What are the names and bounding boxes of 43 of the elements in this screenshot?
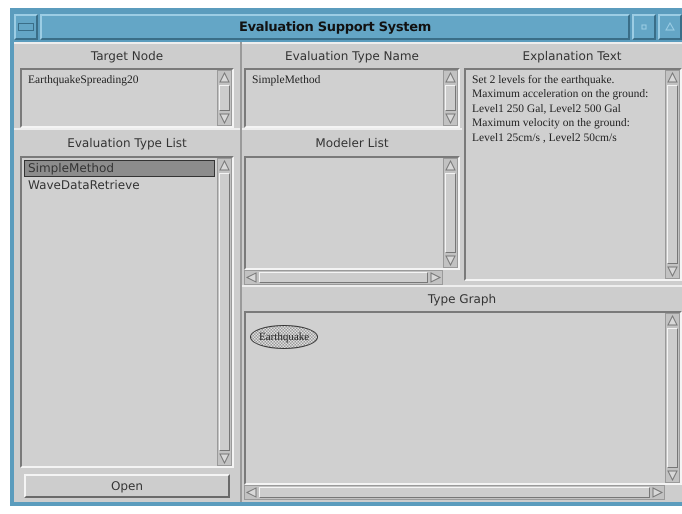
right-arrow-icon[interactable] — [429, 271, 442, 284]
graph-node[interactable]: Earthquake — [250, 325, 318, 349]
down-arrow-icon[interactable] — [218, 452, 231, 465]
window-menu-button[interactable] — [14, 14, 38, 40]
menu-icon — [18, 23, 34, 31]
horizontal-scrollbar[interactable] — [244, 270, 443, 285]
explanation-paragraph: Level1 250 Gal, Level2 500 Gal — [472, 102, 622, 116]
down-arrow-icon[interactable] — [444, 112, 457, 125]
vertical-scrollbar[interactable] — [217, 158, 232, 466]
explanation-paragraph: Level1 25cm/s , Level2 50cm/s — [472, 130, 618, 145]
explanation-text-area[interactable]: Set 2 levels for the earthquake. Maximum acceleration on the ground: Level1 250 Gal, Level2 500 Gal Maximum velocity on the ground: Level1 25cm/s , Level2 50cm/s — [464, 68, 682, 281]
up-arrow-icon[interactable] — [444, 159, 457, 172]
list-item[interactable]: WaveDataRetrieve — [24, 177, 215, 194]
left-arrow-icon[interactable] — [245, 271, 258, 284]
up-arrow-icon[interactable] — [218, 159, 231, 172]
minimize-button[interactable] — [632, 14, 656, 40]
target-node-field[interactable]: EarthquakeSpreading20 — [20, 68, 234, 128]
vertical-scrollbar[interactable] — [217, 70, 232, 126]
open-button[interactable]: Open — [24, 474, 230, 498]
down-arrow-icon[interactable] — [666, 265, 679, 278]
vertical-scrollbar[interactable] — [665, 313, 680, 483]
maximize-button[interactable] — [658, 14, 682, 40]
vertical-scrollbar[interactable] — [443, 158, 458, 268]
down-arrow-icon[interactable] — [666, 469, 679, 482]
vertical-scrollbar[interactable] — [443, 70, 458, 126]
up-arrow-icon[interactable] — [666, 314, 679, 327]
maximize-icon — [665, 22, 675, 32]
list-item[interactable]: SimpleMethod — [24, 160, 215, 177]
right-arrow-icon[interactable] — [651, 486, 664, 499]
down-arrow-icon[interactable] — [218, 112, 231, 125]
up-arrow-icon[interactable] — [444, 71, 457, 84]
vertical-scrollbar[interactable] — [665, 70, 680, 279]
explanation-paragraph: Maximum velocity on the ground: — [472, 116, 631, 130]
explanation-paragraph: Set 2 levels for the earthquake. — [472, 73, 616, 88]
window-title: Evaluation Support System — [40, 14, 630, 40]
left-arrow-icon[interactable] — [245, 486, 258, 499]
up-arrow-icon[interactable] — [218, 71, 231, 84]
evaluation-type-name-field[interactable]: SimpleMethod — [244, 68, 460, 128]
explanation-paragraph: Maximum acceleration on the ground: — [472, 87, 650, 102]
down-arrow-icon[interactable] — [444, 254, 457, 267]
minimize-icon — [640, 23, 648, 31]
up-arrow-icon[interactable] — [666, 71, 679, 84]
horizontal-scrollbar[interactable] — [244, 485, 665, 500]
